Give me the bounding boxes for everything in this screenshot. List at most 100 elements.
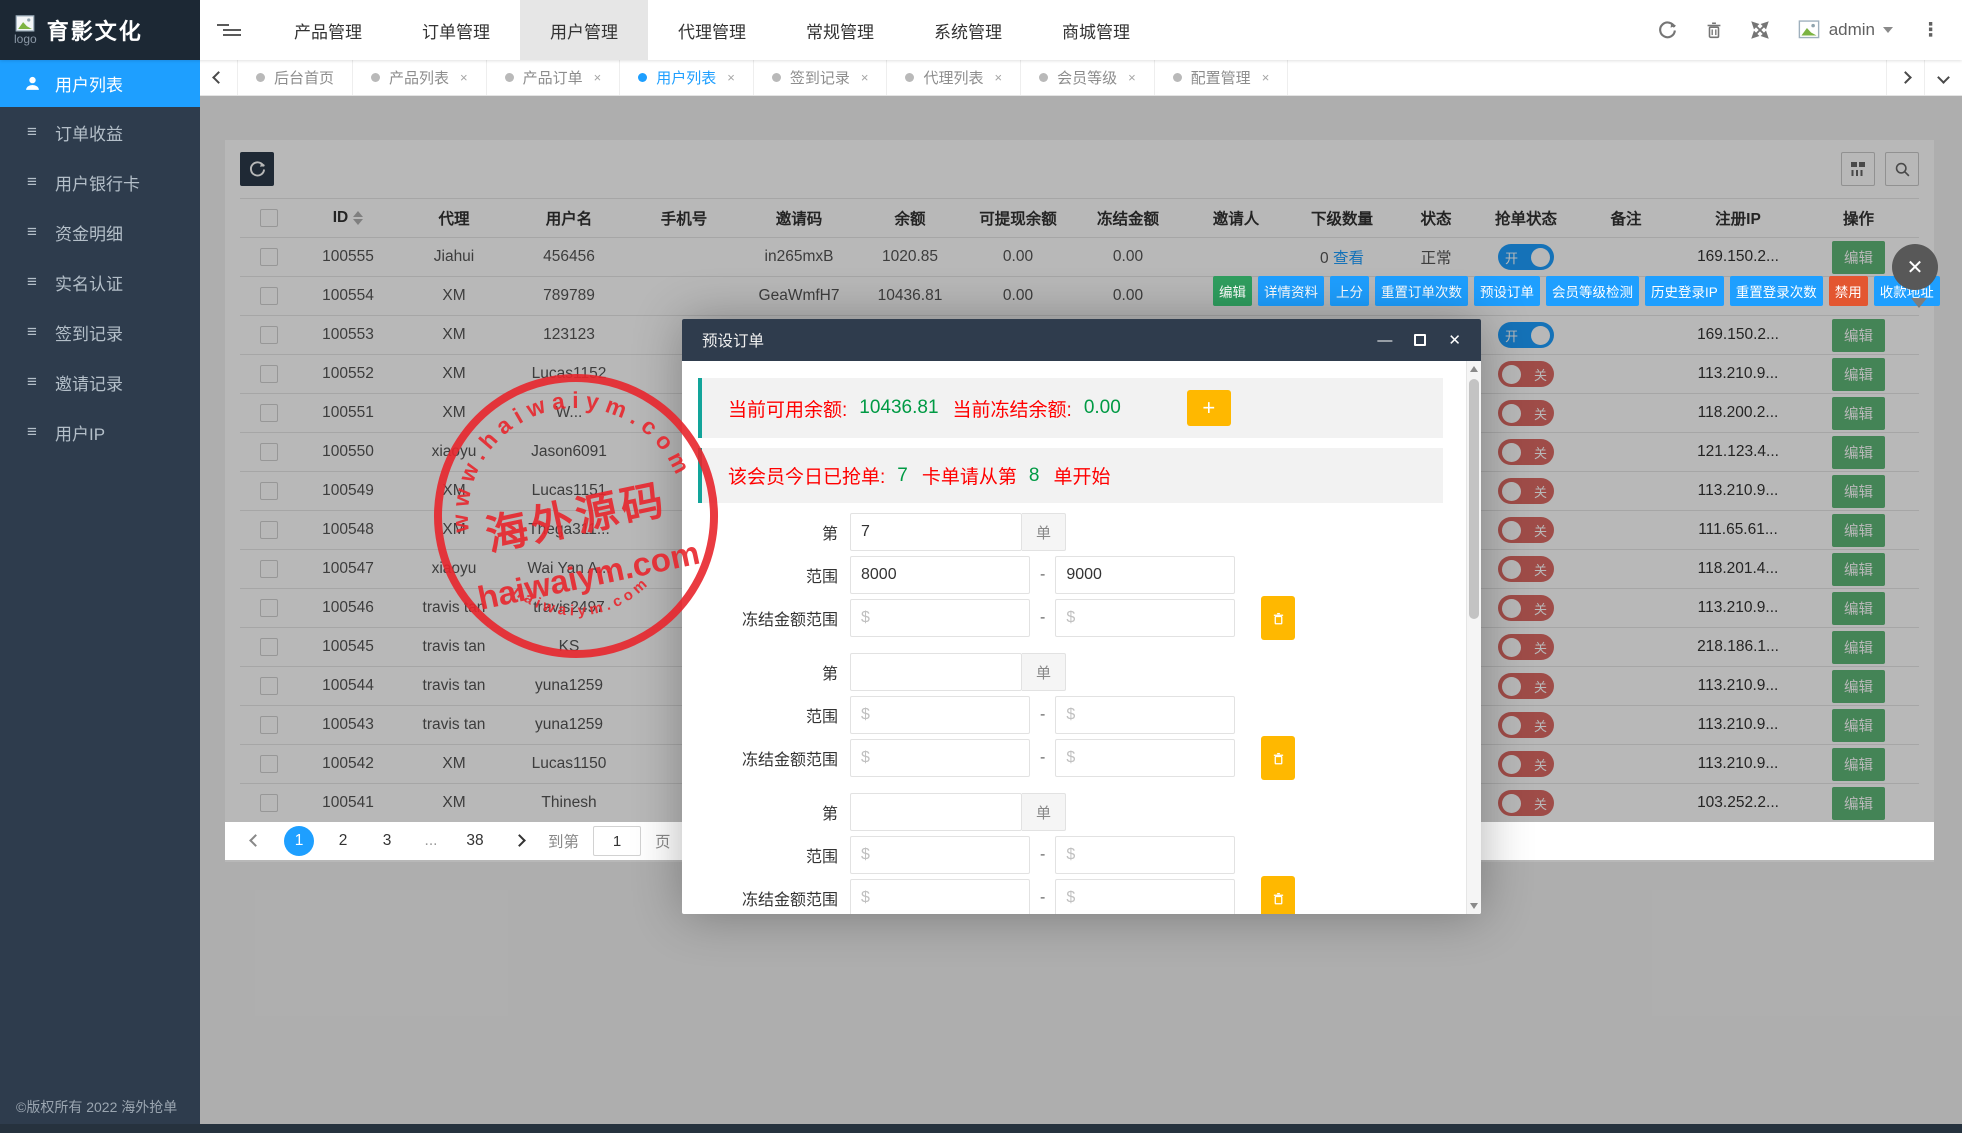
sidebar-item[interactable]: ≡ 签到记录 [0, 307, 200, 357]
more-options-icon[interactable]: ⋮ [1921, 19, 1940, 42]
frozen-from-input[interactable] [850, 739, 1030, 777]
grab-toggle[interactable]: 关 [1498, 556, 1554, 582]
row-checkbox[interactable] [260, 247, 278, 266]
grab-toggle[interactable]: 关 [1498, 478, 1554, 504]
grab-toggle[interactable]: 关 [1498, 400, 1554, 426]
edit-button[interactable]: 编辑 [1832, 747, 1885, 781]
range-from-input[interactable] [850, 696, 1030, 734]
nav-item[interactable]: 用户管理 [520, 0, 648, 60]
nav-item[interactable]: 订单管理 [392, 0, 520, 60]
row-checkbox[interactable] [260, 325, 278, 344]
order-no-input[interactable] [850, 653, 1022, 691]
row-action-button[interactable]: 历史登录IP [1645, 276, 1724, 306]
scroll-thumb[interactable] [1469, 379, 1479, 619]
user-menu[interactable]: admin [1797, 19, 1893, 41]
sidebar-collapse-icon[interactable] [200, 0, 264, 60]
add-group-button[interactable]: + [1186, 390, 1231, 426]
row-action-button[interactable]: 会员等级检测 [1546, 276, 1639, 306]
minimize-icon[interactable]: — [1377, 333, 1392, 348]
row-checkbox[interactable] [260, 754, 278, 773]
tab-close-icon[interactable]: × [460, 70, 468, 85]
row-checkbox[interactable] [260, 676, 278, 695]
tab[interactable]: 后台首页 [238, 60, 354, 95]
grab-toggle[interactable]: 关 [1498, 634, 1554, 660]
fullscreen-icon[interactable] [1750, 21, 1769, 39]
edit-button[interactable]: 编辑 [1832, 669, 1885, 703]
page-number[interactable]: 2 [328, 826, 358, 856]
tab-close-icon[interactable]: × [861, 70, 869, 85]
grab-toggle[interactable]: 关 [1498, 361, 1554, 387]
frozen-to-input[interactable] [1055, 739, 1236, 777]
sidebar-item[interactable]: 用户列表 [0, 60, 200, 107]
maximize-icon[interactable] [1414, 334, 1427, 346]
edit-button[interactable]: 编辑 [1832, 474, 1885, 508]
row-checkbox[interactable] [260, 442, 278, 461]
delete-group-button[interactable] [1261, 736, 1296, 780]
edit-button[interactable]: 编辑 [1832, 591, 1885, 625]
edit-button[interactable]: 编辑 [1832, 240, 1885, 274]
scroll-up-icon[interactable] [1470, 366, 1478, 372]
nav-item[interactable]: 常规管理 [776, 0, 904, 60]
range-to-input[interactable] [1055, 696, 1236, 734]
edit-button[interactable]: 编辑 [1832, 552, 1885, 586]
row-checkbox[interactable] [260, 637, 278, 656]
edit-button[interactable]: 编辑 [1832, 435, 1885, 469]
goto-page-input[interactable] [593, 826, 642, 856]
prev-page-button[interactable] [240, 826, 270, 856]
range-to-input[interactable] [1055, 556, 1236, 594]
tab-close-icon[interactable]: × [994, 70, 1002, 85]
row-action-button[interactable]: 上分 [1330, 276, 1369, 306]
grab-toggle[interactable]: 开 [1498, 244, 1554, 270]
grab-toggle[interactable]: 开 [1498, 322, 1554, 348]
tabs-scroll-right[interactable] [1886, 60, 1924, 95]
tab-close-icon[interactable]: × [727, 70, 735, 85]
sidebar-item[interactable]: ≡ 邀请记录 [0, 357, 200, 407]
columns-filter-button[interactable] [1841, 152, 1875, 186]
delete-group-button[interactable] [1261, 876, 1296, 914]
sidebar-item[interactable]: ≡ 订单收益 [0, 107, 200, 157]
row-checkbox[interactable] [260, 364, 278, 383]
tab-close-icon[interactable]: × [1128, 70, 1136, 85]
edit-button[interactable]: 编辑 [1832, 708, 1885, 742]
nav-item[interactable]: 商城管理 [1032, 0, 1160, 60]
grab-toggle[interactable]: 关 [1498, 517, 1554, 543]
tab[interactable]: 代理列表 × [887, 60, 1022, 95]
row-checkbox[interactable] [260, 481, 278, 500]
page-number[interactable]: 3 [372, 826, 402, 856]
edit-button[interactable]: 编辑 [1832, 396, 1885, 430]
close-icon[interactable]: ✕ [1448, 333, 1461, 348]
row-action-button[interactable]: 预设订单 [1474, 276, 1540, 306]
sidebar-item[interactable]: ≡ 用户银行卡 [0, 157, 200, 207]
delete-group-button[interactable] [1261, 596, 1296, 640]
sidebar-item[interactable]: ≡ 实名认证 [0, 257, 200, 307]
tab[interactable]: 用户列表 × [620, 60, 754, 95]
trash-icon[interactable] [1705, 21, 1723, 39]
edit-button[interactable]: 编辑 [1832, 513, 1885, 547]
range-from-input[interactable] [850, 836, 1030, 874]
grab-toggle[interactable]: 关 [1498, 673, 1554, 699]
row-checkbox[interactable] [260, 559, 278, 578]
page-number[interactable]: 38 [460, 826, 490, 856]
nav-item[interactable]: 代理管理 [648, 0, 776, 60]
row-action-button[interactable]: 编辑 [1213, 276, 1252, 306]
edit-button[interactable]: 编辑 [1832, 318, 1885, 352]
row-action-button[interactable]: 禁用 [1828, 276, 1868, 306]
row-action-button[interactable]: 重置订单次数 [1375, 276, 1468, 306]
order-no-input[interactable] [850, 793, 1022, 831]
edit-button[interactable]: 编辑 [1832, 786, 1885, 820]
col-id[interactable]: ID [298, 198, 398, 238]
tab[interactable]: 签到记录 × [754, 60, 888, 95]
tabs-scroll-left[interactable] [200, 60, 238, 95]
row-checkbox[interactable] [260, 793, 278, 812]
grab-toggle[interactable]: 关 [1498, 439, 1554, 465]
table-refresh-button[interactable] [240, 152, 274, 186]
popup-close-button[interactable]: ✕ [1892, 244, 1938, 290]
frozen-from-input[interactable] [850, 879, 1030, 914]
search-button[interactable] [1885, 152, 1919, 186]
edit-button[interactable]: 编辑 [1832, 630, 1885, 664]
frozen-from-input[interactable] [850, 599, 1030, 637]
page-number[interactable]: 1 [284, 826, 314, 856]
range-from-input[interactable] [850, 556, 1030, 594]
grab-toggle[interactable]: 关 [1498, 751, 1554, 777]
grab-toggle[interactable]: 关 [1498, 790, 1554, 816]
